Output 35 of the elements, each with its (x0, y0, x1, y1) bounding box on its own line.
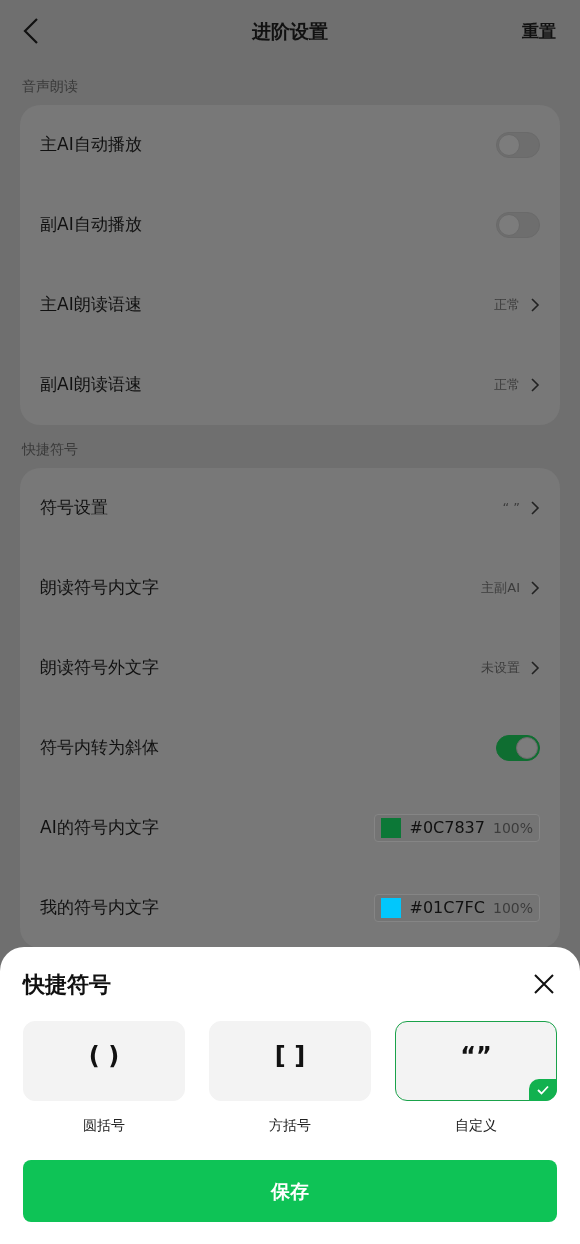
setting-label: 副AI朗读语速 (40, 373, 142, 397)
setting-label: 主AI自动播放 (40, 133, 142, 157)
setting-value[interactable]: 正常 (494, 295, 540, 315)
close-icon (533, 973, 555, 995)
symbol-option[interactable]: “” (395, 1021, 557, 1101)
back-icon (23, 17, 39, 45)
setting-label: 符号设置 (40, 496, 108, 520)
chevron-icon (530, 297, 540, 313)
setting-label: 符号内转为斜体 (40, 736, 159, 760)
setting-label: 我的符号内文字 (40, 896, 159, 920)
chevron-icon (530, 500, 540, 516)
sheet-title: 快捷符号 (23, 970, 111, 999)
page-title: 进阶设置 (252, 18, 328, 44)
setting-label: 朗读符号外文字 (40, 656, 159, 680)
chevron-icon (530, 377, 540, 393)
setting-label: 主AI朗读语速 (40, 293, 142, 317)
color-picker[interactable]: #0C7837 100% (374, 814, 540, 842)
symbol-option[interactable]: [ ] (209, 1021, 371, 1101)
color-picker[interactable]: #01C7FC 100% (374, 894, 540, 922)
save-button[interactable]: 保存 (23, 1160, 557, 1222)
setting-label: AI的符号内文字 (40, 816, 159, 840)
setting-label: 副AI自动播放 (40, 213, 142, 237)
chevron-icon (530, 660, 540, 676)
setting-value[interactable]: 正常 (494, 375, 540, 395)
option-label: 方括号 (269, 1116, 311, 1135)
setting-value[interactable]: “ ” (502, 498, 540, 518)
symbol-option[interactable]: ( ) (23, 1021, 185, 1101)
check-icon (537, 1085, 549, 1095)
toggle-switch[interactable] (496, 735, 540, 761)
option-label: 自定义 (455, 1116, 497, 1135)
reset-button[interactable]: 重置 (522, 19, 556, 45)
setting-label: 朗读符号内文字 (40, 576, 159, 600)
setting-value[interactable]: 未设置 (481, 658, 540, 678)
chevron-icon (530, 580, 540, 596)
option-label: 圆括号 (83, 1116, 125, 1135)
